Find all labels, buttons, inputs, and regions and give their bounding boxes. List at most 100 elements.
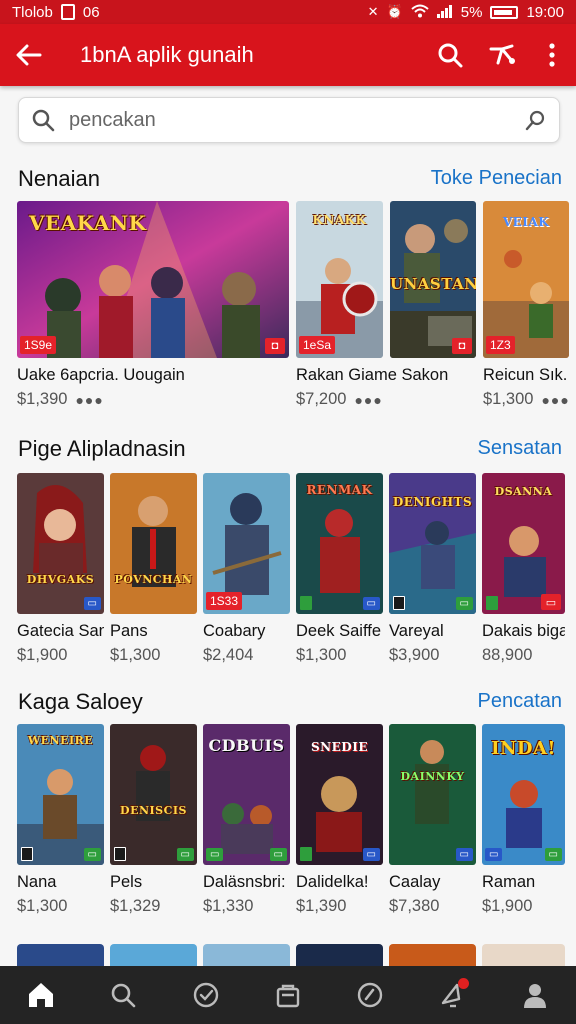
app-thumbnail: DHVGAKS ▭ [17, 473, 104, 614]
nav-profile[interactable] [494, 966, 576, 1024]
section-games: Kaga Saloey Pencatan [0, 689, 576, 719]
app-price: $1,900 [17, 646, 68, 664]
app-thumbnail-partial[interactable] [110, 944, 197, 968]
app-name: Uake 6apcria. Uougain [17, 366, 185, 384]
app-thumbnail-partial[interactable] [203, 944, 290, 968]
app-art-title: DAINNKY [400, 770, 465, 783]
store-badge: ▭ [362, 848, 380, 861]
store-badge-icon: ◘ [452, 338, 472, 354]
back-button[interactable] [0, 24, 58, 86]
app-price: $1,900 [482, 897, 533, 915]
app-name: Caalay [389, 873, 441, 891]
clock-time: 19:00 [526, 3, 564, 21]
app-price: 88,900 [482, 646, 533, 664]
arrow-left-icon [16, 44, 42, 66]
app-thumbnail-partial[interactable] [296, 944, 383, 968]
app-thumbnail-partial[interactable] [389, 944, 476, 968]
overflow-menu-button[interactable] [528, 24, 576, 86]
app-card[interactable]: DAINNKY ▭ Caalay $7,380 [389, 724, 476, 916]
app-bar-title: 1bnA aplik gunaih [80, 42, 254, 67]
more-dots-icon[interactable]: ●●● [354, 392, 382, 408]
app-card[interactable]: VEIAK 1Z3 Reicun Sık. $1,300 ●●● [483, 201, 569, 409]
app-thumbnail: POVNCHAN [110, 473, 197, 614]
nav-store[interactable] [247, 966, 329, 1024]
app-name: Rakan Giame Sakon [296, 366, 449, 384]
store-badge: ▭ [362, 597, 380, 610]
app-card[interactable]: RENMAK ▭ Deek Saiffe $1,300 [296, 473, 383, 665]
nav-home[interactable] [0, 966, 82, 1024]
compass-icon [358, 982, 383, 1008]
section-see-all-link[interactable]: Toke Penecian [431, 167, 562, 190]
app-name: Pels [110, 873, 143, 891]
price-badge: 1S9e [20, 336, 57, 354]
price-badge: 1S33 [206, 592, 243, 610]
app-price: $1,300 [110, 646, 161, 664]
section-see-all-link[interactable]: Sensatan [477, 437, 562, 460]
app-name: Daläsnsbri: [203, 873, 286, 891]
app-card[interactable]: UNASTAN ◘ [390, 201, 476, 409]
app-thumbnail: KNAKK 1eSa [296, 201, 383, 358]
app-thumbnail: VEAKANK 1S9e ◘ [17, 201, 289, 358]
search-icon [438, 43, 463, 68]
app-card[interactable]: DENISCIS ▭ Pels $1,329 [110, 724, 197, 916]
app-card[interactable]: DENIGHTS ▭ Vareyal $3,900 [389, 473, 476, 665]
app-card[interactable]: CDBUIS ▭ ▭ Daläsnsbri: $1,330 [203, 724, 290, 916]
search-button[interactable] [424, 24, 476, 86]
more-dots-icon[interactable]: ●●● [541, 392, 569, 408]
app-name: Gatecia San [17, 622, 104, 640]
app-card[interactable]: 1S33 Coabary $2,404 [203, 473, 290, 665]
app-card[interactable]: DSANNA ▭ Dakais biga 88,900 [482, 473, 565, 665]
store-badge: ▭ [206, 848, 224, 861]
app-name: Deek Saiffe [296, 622, 381, 640]
games-row: WENEIRE ▭ Nana $1,300 DENISCIS ▭ Pels $1… [17, 724, 565, 916]
store-badge: ▭ [83, 848, 101, 861]
search-input[interactable] [69, 108, 525, 132]
app-card[interactable]: INDA! ▭ ▭ Raman $1,900 [482, 724, 565, 916]
nav-history[interactable] [165, 966, 247, 1024]
app-name: Coabary [203, 622, 266, 640]
section-see-all-link[interactable]: Pencatan [477, 690, 562, 713]
clock-icon [193, 982, 218, 1008]
app-thumbnail: DENIGHTS ▭ [389, 473, 476, 614]
app-art-title: DHVGAKS [26, 573, 95, 586]
share-button[interactable] [476, 24, 528, 86]
app-card[interactable]: SNEDIE ▭ Dalidelka! $1,390 [296, 724, 383, 916]
notification-icon [60, 4, 75, 20]
notification-count: 06 [82, 3, 100, 21]
app-price: $1,329 [110, 897, 161, 915]
app-name: Reicun Sık. [483, 366, 568, 384]
app-art-title: CDBUIS [208, 736, 285, 755]
app-art-title: VEIAK [502, 215, 550, 229]
price-badge: 1Z3 [486, 336, 515, 354]
app-card[interactable]: POVNCHAN Pans $1,300 [110, 473, 197, 665]
app-card[interactable]: KNAKK 1eSa Rakan Giame Sakon $7,200 ●●● [296, 201, 449, 409]
bottom-navigation [0, 966, 576, 1024]
home-icon [29, 983, 54, 1007]
store-badge [300, 596, 312, 610]
app-thumbnail-partial[interactable] [482, 944, 565, 968]
app-name: Dalidelka! [296, 873, 369, 891]
app-price: $1,300 [483, 390, 534, 408]
search-icon [32, 109, 55, 132]
app-art-title: SNEDIE [311, 740, 368, 754]
app-art-title: DSANNA [494, 485, 553, 498]
search-submit-icon[interactable] [525, 109, 547, 131]
app-thumbnail: UNASTAN ◘ [390, 201, 476, 358]
app-card[interactable]: WENEIRE ▭ Nana $1,300 [17, 724, 104, 916]
more-dots-icon[interactable]: ●●● [75, 392, 103, 408]
nav-explore[interactable] [329, 966, 411, 1024]
app-art-title: DENISCIS [120, 804, 187, 817]
nav-notifications[interactable] [411, 966, 493, 1024]
app-thumbnail-partial[interactable] [17, 944, 104, 968]
app-price: $7,380 [389, 897, 440, 915]
app-card[interactable]: DHVGAKS ▭ Gatecia San $1,900 [17, 473, 104, 665]
search-bar[interactable] [18, 97, 560, 143]
nav-search[interactable] [82, 966, 164, 1024]
app-art-title: DENIGHTS [392, 495, 473, 509]
app-price: $1,390 [17, 390, 68, 408]
store-badge: ▭ [455, 597, 473, 610]
app-price: $1,330 [203, 897, 254, 915]
app-name: Pans [110, 622, 148, 640]
profile-icon [523, 984, 546, 1008]
app-card[interactable]: VEAKANK 1S9e ◘ Uake 6apcria. Uougain $1,… [17, 201, 289, 409]
